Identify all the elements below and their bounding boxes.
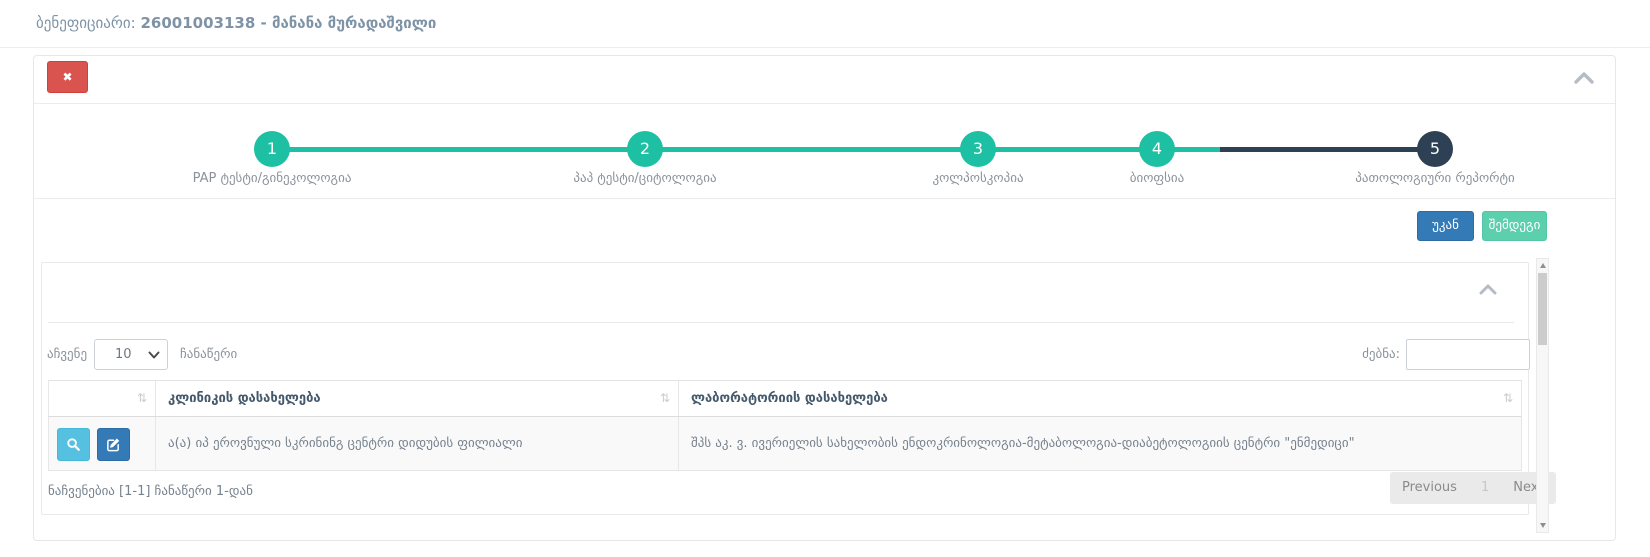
- beneficiary-label: ბენეფიციარი:: [36, 14, 136, 32]
- column-header-clinic[interactable]: კლინიკის დასახელება ⇅: [156, 381, 679, 416]
- column-header-label: ლაბორატორიის დასახელება: [691, 391, 888, 406]
- arrow-down-icon: [1540, 523, 1546, 528]
- panel-head-divider: [34, 103, 1615, 104]
- beneficiary-header: ბენეფიციარი: 26001003138 - მანანა მურადა…: [0, 0, 1650, 48]
- laboratory-name: შპს აკ. ვ. ივერიელის სახელობის ენდოკრინო…: [691, 436, 1355, 451]
- table-info: ნაჩვენებია [1-1] ჩანაწერი 1-დან: [48, 484, 253, 499]
- search-icon: [66, 437, 81, 452]
- column-header-laboratory[interactable]: ლაბორატორიის დასახელება ⇅: [679, 381, 1521, 416]
- step-3-label: კოლპოსკოპია: [932, 171, 1023, 186]
- chevron-down-icon: [148, 351, 160, 359]
- next-button[interactable]: შემდეგი: [1482, 211, 1547, 241]
- close-button[interactable]: ✖: [47, 61, 88, 93]
- card-divider: [48, 322, 1514, 323]
- pencil-square-icon: [106, 437, 121, 452]
- length-label-before: აჩვენე: [47, 347, 87, 362]
- edit-button[interactable]: [97, 428, 130, 461]
- page-size-select[interactable]: 10: [94, 339, 168, 370]
- scroll-up-arrow[interactable]: [1537, 259, 1548, 272]
- step-1-label: PAP ტესტი/გინეკოლოგია: [193, 171, 352, 186]
- cell-actions: [49, 417, 156, 470]
- card-collapse-button[interactable]: [1478, 281, 1498, 294]
- step-2-label: პაპ ტესტი/ციტოლოგია: [573, 171, 716, 186]
- stepper-divider: [34, 198, 1615, 199]
- cell-clinic: ა(ა) იპ ეროვნული სკრინინგ ცენტრი დიდუბის…: [156, 417, 679, 470]
- pagination-current-page[interactable]: 1: [1469, 472, 1501, 504]
- scroll-down-arrow[interactable]: [1537, 519, 1548, 532]
- stepper-progress: [272, 147, 1220, 152]
- length-label-after: ჩანაწერი: [180, 347, 237, 362]
- page: ბენეფიციარი: 26001003138 - მანანა მურადა…: [0, 0, 1650, 557]
- sort-icon: ⇅: [137, 391, 147, 405]
- step-5-label: პათოლოგიური რეპორტი: [1355, 171, 1515, 186]
- step-5-circle[interactable]: 5: [1417, 131, 1453, 167]
- beneficiary-value: 26001003138 - მანანა მურადაშვილი: [140, 14, 436, 32]
- view-button[interactable]: [57, 428, 90, 461]
- chevron-up-icon: [1478, 283, 1498, 296]
- clinic-name: ა(ა) იპ ეროვნული სკრინინგ ცენტრი დიდუბის…: [168, 436, 522, 451]
- cell-laboratory: შპს აკ. ვ. ივერიელის სახელობის ენდოკრინო…: [679, 417, 1521, 470]
- search-input[interactable]: [1406, 339, 1530, 370]
- chevron-up-icon: [1573, 71, 1595, 85]
- scrollbar-thumb[interactable]: [1538, 273, 1547, 345]
- step-1-circle[interactable]: 1: [254, 131, 290, 167]
- search-label: ძებნა:: [1360, 347, 1400, 362]
- pagination-previous[interactable]: Previous: [1390, 472, 1469, 504]
- step-4-circle[interactable]: 4: [1139, 131, 1175, 167]
- column-header-actions[interactable]: ⇅: [49, 381, 156, 416]
- table-header-row: ⇅ კლინიკის დასახელება ⇅ ლაბორატორიის დას…: [48, 380, 1522, 417]
- panel-collapse-button[interactable]: [1573, 70, 1595, 84]
- pagination: Previous 1 Next: [1390, 472, 1556, 504]
- page-size-value: 10: [115, 347, 132, 362]
- sort-icon: ⇅: [660, 391, 670, 405]
- step-4-label: ბიოფსია: [1130, 171, 1185, 186]
- back-button[interactable]: უკან: [1417, 211, 1474, 241]
- step-3-circle[interactable]: 3: [960, 131, 996, 167]
- table-row: ა(ა) იპ ეროვნული სკრინინგ ცენტრი დიდუბის…: [48, 417, 1522, 471]
- step-2-circle[interactable]: 2: [627, 131, 663, 167]
- arrow-up-icon: [1540, 263, 1546, 268]
- beneficiary-text: ბენეფიციარი: 26001003138 - მანანა მურადა…: [36, 14, 436, 32]
- sort-icon: ⇅: [1503, 391, 1513, 405]
- column-header-label: კლინიკის დასახელება: [168, 391, 321, 406]
- close-icon: ✖: [62, 70, 72, 84]
- vertical-scrollbar[interactable]: [1536, 258, 1549, 533]
